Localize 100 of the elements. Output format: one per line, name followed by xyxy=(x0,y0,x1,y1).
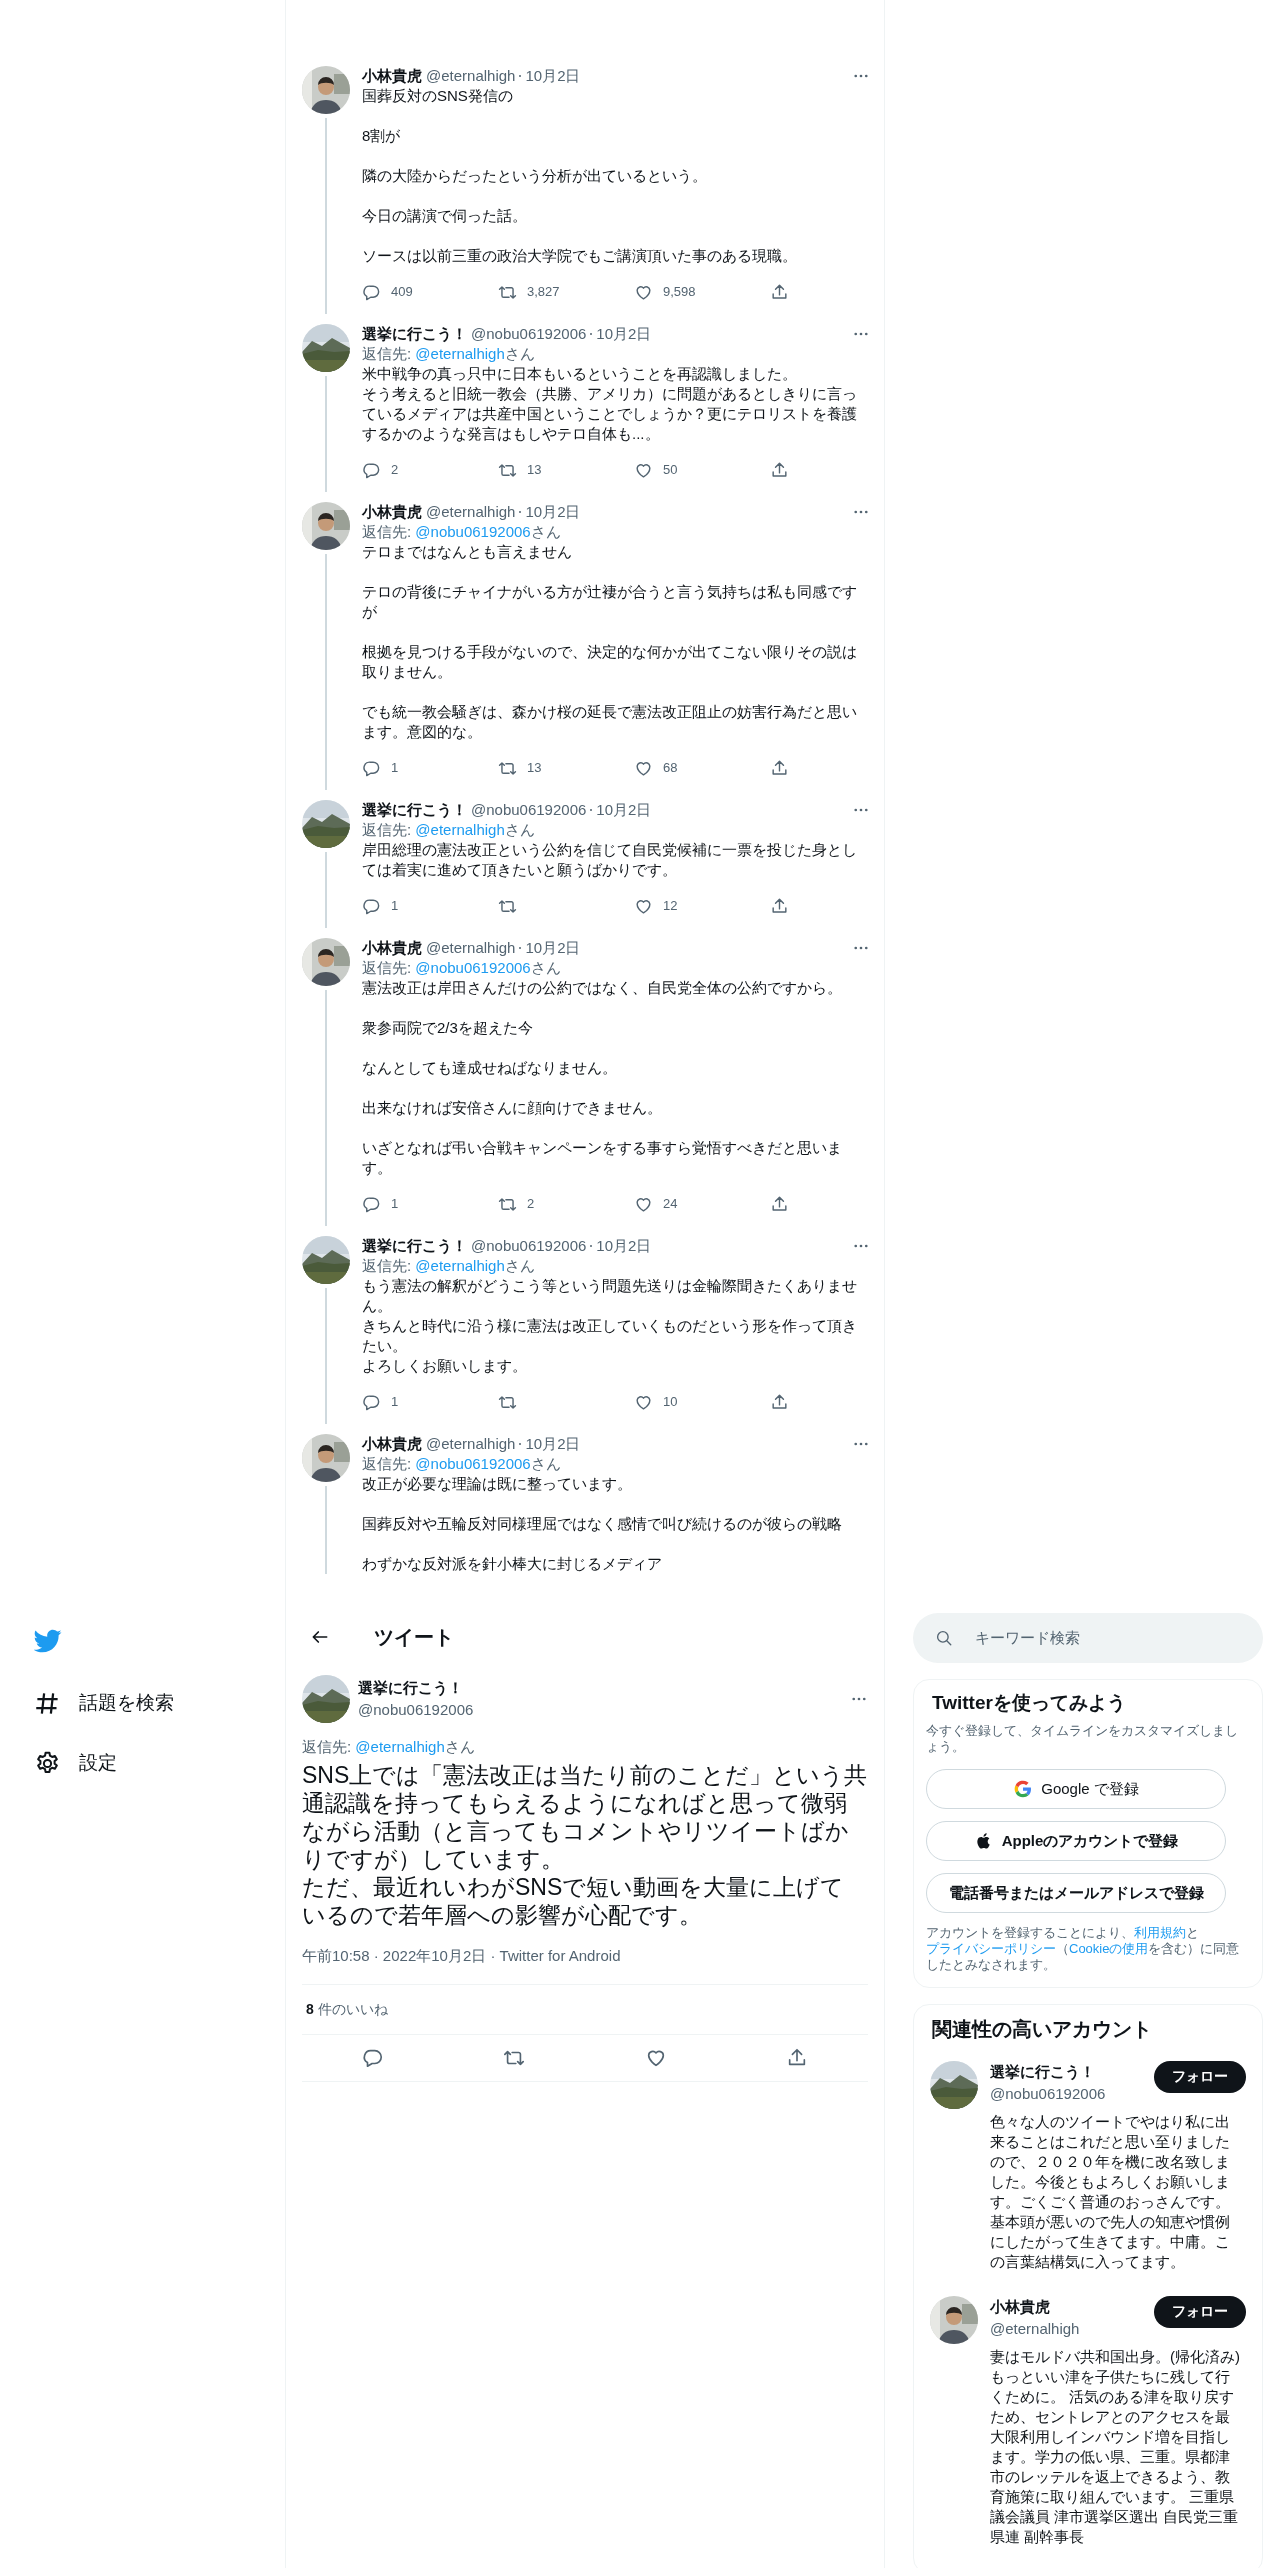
reply-icon xyxy=(362,1194,381,1214)
signup-button[interactable]: 電話番号またはメールアドレスで登録 xyxy=(926,1872,1226,1913)
tweet-text: 国葬反対や五輪反対同様理屈ではなく感情で叫び続けるのが彼らの戦略 xyxy=(362,1514,843,1534)
share-icon xyxy=(770,758,789,778)
page-title: ツイート xyxy=(374,1624,454,1649)
user-handle[interactable]: @nobu06192006 xyxy=(471,1236,587,1256)
author-name[interactable]: 選挙に行こう！ xyxy=(358,1676,474,1699)
reply-icon xyxy=(362,282,381,302)
share-icon xyxy=(770,1392,789,1412)
user-handle[interactable]: @nobu06192006 xyxy=(358,1699,474,1722)
reply-to-text: 返信先: @nobu06192006さん xyxy=(362,1454,562,1474)
tweet-text: テロまではなんとも言えません xyxy=(362,542,573,562)
tweet-timestamp: 午前10:58 · 2022年10月2日 · Twitter for Android xyxy=(302,1946,622,1966)
user-handle[interactable]: @nobu06192006 xyxy=(471,800,587,820)
like-button[interactable]: 68 xyxy=(634,758,770,778)
tweet-text: 岸田総理の憲法改正という公約を信じて自民党候補に一票を投じた身としては着実に進めて頂きたいと願うばかりです。 xyxy=(362,840,858,880)
reply-button[interactable]: 1 xyxy=(362,1392,498,1412)
tweet-date[interactable]: 10月2日 xyxy=(596,800,652,820)
author-name[interactable]: 選挙に行こう！ xyxy=(362,800,467,820)
account-bio: 妻はモルドバ共和国出身。(帰化済み) もっといい津を子供たちに残して行くために。 活気のある津を取り戻すため、セントレアとのアクセスを最大限利用しインバウンド増を目指します。学力の低い県、三重。県都津市のレッテルを返上できるよう、教育施策に取り組んでいます。 三重県議会議員 津市選挙区選出 自民党三重県連 副幹事長 xyxy=(990,2346,1240,2547)
reply-button[interactable]: 1 xyxy=(362,1194,498,1214)
reply-to-text: 返信先: @eternalhighさん xyxy=(362,820,536,840)
search-field[interactable]: キーワード検索 xyxy=(975,1626,1235,1650)
user-handle[interactable]: @nobu06192006 xyxy=(471,324,587,344)
retweet-button[interactable]: 13 xyxy=(498,758,634,778)
account-bio: 色々な人のツイートでやはり私に出来ることはこれだと思い至りましたので、２０２０年を機に改名致しました。今後ともよろしくお願いします。ごくごく普通のおっさんです。基本頭が悪いので先人の知恵や慣例にしたがって生きてます。中庸。この言葉結構気に入ってます。 xyxy=(990,2111,1231,2272)
share-icon xyxy=(770,282,789,302)
tweet-date[interactable]: 10月2日 xyxy=(596,1236,652,1256)
share-icon xyxy=(770,1194,789,1214)
tweet-date[interactable]: 10月2日 xyxy=(525,938,581,958)
reply-button[interactable]: 2 xyxy=(362,460,498,480)
user-handle[interactable]: @eternalhigh xyxy=(426,66,516,86)
reply-icon xyxy=(362,896,381,916)
share-icon xyxy=(770,896,789,916)
tweet-text: よろしくお願いします。 xyxy=(362,1356,528,1376)
search-icon xyxy=(935,1629,953,1647)
like-button[interactable]: 9,598 xyxy=(634,282,770,302)
retweet-button[interactable]: 13 xyxy=(498,460,634,480)
user-handle[interactable]: @eternalhigh xyxy=(426,1434,516,1454)
google-icon xyxy=(1013,1778,1034,1799)
tweet-text: SNS上では「憲法改正は当たり前のことだ」という共通認識を持ってもらえるようになればと思って微弱ながら活動（と言ってもコメントやリツイートばかりですが）しています。 xyxy=(302,1761,868,1873)
search-bar[interactable]: キーワード検索 xyxy=(913,1613,1263,1663)
tweet-text: 改正が必要な理論は既に整っています。 xyxy=(362,1474,633,1494)
tweet-date[interactable]: 10月2日 xyxy=(525,1434,581,1454)
author-name[interactable]: 小林貴虎 xyxy=(362,66,422,86)
like-button[interactable]: 12 xyxy=(634,896,770,916)
nav-link[interactable]: 設定 xyxy=(34,1733,117,1793)
card-subtitle: 今すぐ登録して、タイムラインをカスタマイズしましょう。 xyxy=(926,1722,1239,1755)
author-name[interactable]: 小林貴虎 xyxy=(362,1434,422,1454)
tweet-text: 憲法改正は岸田さんだけの公約ではなく、自民党全体の公約ですから。 xyxy=(362,978,843,998)
card-title: 関連性の高いアカウント xyxy=(932,2016,1153,2041)
tweet-text: 国葬反対のSNS発信の xyxy=(362,86,514,106)
tweet-text: テロの背後にチャイナがいる方が辻褄が合うと言う気持ちは私も同感ですが xyxy=(362,582,858,622)
reply-to-text: 返信先: @eternalhighさん xyxy=(362,1256,536,1276)
signup-button[interactable]: Appleのアカウントで登録 xyxy=(926,1820,1226,1861)
legal-text: アカウントを登録することにより、利用規約 と プライバシーポリシー（Cookieの使用を含む）に同意したとみなされます。 xyxy=(926,1924,1241,1973)
like-button[interactable]: 10 xyxy=(634,1392,770,1412)
user-handle[interactable]: @eternalhigh xyxy=(990,2318,1080,2341)
reply-to-text: 返信先: @eternalhighさん xyxy=(302,1737,476,1757)
user-handle[interactable]: @nobu06192006 xyxy=(990,2083,1106,2106)
tweet-text: そう考えると旧統一教会（共勝、アメリカ）に問題があるとしきりに言っているメディアは共産中国ということでしょうか？更にテロリストを養護するかのような発言はもしやテロ自体も...。 xyxy=(362,384,858,444)
account-name[interactable]: 小林貴虎 xyxy=(990,2295,1080,2319)
tweet-text: なんとしても達成せねばなりません。 xyxy=(362,1058,618,1078)
follow-button[interactable]: フォロー xyxy=(1154,2060,1246,2093)
reply-button[interactable]: 1 xyxy=(362,758,498,778)
tweet-text: ただ、最近れいわがSNSで短い動画を大量に上げているので若年層への影響が心配です。 xyxy=(302,1873,846,1929)
user-handle[interactable]: @eternalhigh xyxy=(426,938,516,958)
tweet-text: 今日の講演で伺った話。 xyxy=(362,206,528,226)
author-name[interactable]: 小林貴虎 xyxy=(362,938,422,958)
signup-button[interactable]: Google で登録 xyxy=(926,1768,1226,1809)
reply-to-text: 返信先: @nobu06192006さん xyxy=(362,522,562,542)
like-button[interactable]: 24 xyxy=(634,1194,770,1214)
reply-icon xyxy=(362,460,381,480)
tweet-date[interactable]: 10月2日 xyxy=(525,66,581,86)
retweet-button[interactable]: 3,827 xyxy=(498,282,634,302)
tweet-text: もう憲法の解釈がどうこう等という問題先送りは金輪際聞きたくありません。 xyxy=(362,1276,858,1316)
user-handle[interactable]: @eternalhigh xyxy=(426,502,516,522)
tweet-text: 衆参両院で2/3を超えた今 xyxy=(362,1018,534,1038)
follow-button[interactable]: フォロー xyxy=(1154,2295,1246,2328)
tweet-text: ソースは以前三重の政治大学院でもご講演頂いた事のある現職。 xyxy=(362,246,798,266)
like-button[interactable]: 50 xyxy=(634,460,770,480)
account-name[interactable]: 選挙に行こう！ xyxy=(990,2060,1106,2084)
reply-button[interactable]: 1 xyxy=(362,896,498,916)
retweet-button[interactable]: 2 xyxy=(498,1194,634,1214)
reply-button[interactable]: 409 xyxy=(362,282,498,302)
card-title: Twitterを使ってみよう xyxy=(932,1692,1127,1715)
tweet-text: 根拠を見つける手段がないので、決定的な何かが出てこない限りその説は取りません。 xyxy=(362,642,858,682)
author-name[interactable]: 選挙に行こう！ xyxy=(362,1236,467,1256)
bird-icon[interactable] xyxy=(34,1627,62,1655)
reply-icon xyxy=(362,1392,381,1412)
nav-link[interactable]: 話題を検索 xyxy=(34,1673,174,1733)
author-name[interactable]: 小林貴虎 xyxy=(362,502,422,522)
tweet-date[interactable]: 10月2日 xyxy=(596,324,652,344)
author-name[interactable]: 選挙に行こう！ xyxy=(362,324,467,344)
tweet-text: でも統一教会騒ぎは、森かけ桜の延長で憲法改正阻止の妨害行為だと思います。意図的な。 xyxy=(362,702,858,742)
likes-count[interactable]: 8 件のいいね xyxy=(302,1983,868,2034)
tweet-date[interactable]: 10月2日 xyxy=(525,502,581,522)
share-icon xyxy=(770,460,789,480)
tweet-text: わずかな反対派を針小棒大に封じるメディア xyxy=(362,1554,663,1574)
reply-icon xyxy=(361,2047,384,2069)
